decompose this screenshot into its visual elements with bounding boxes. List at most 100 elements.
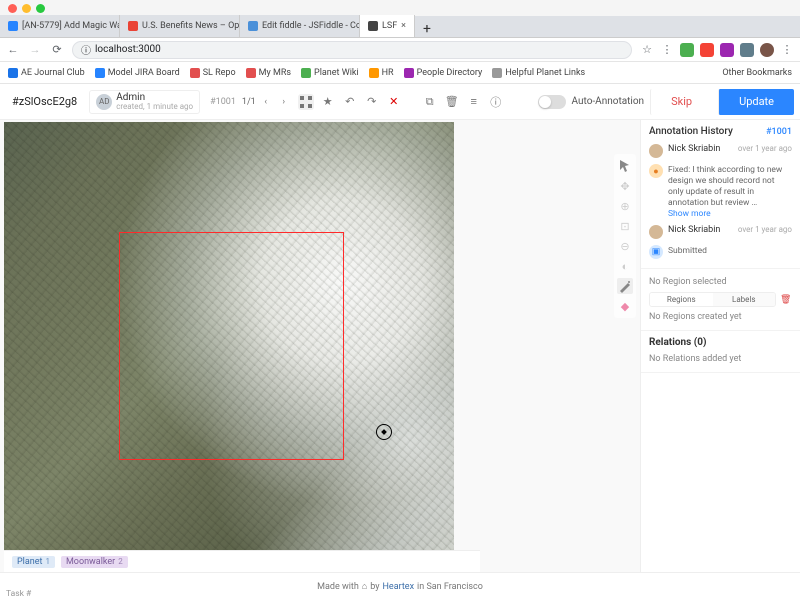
new-tab-button[interactable]: + [415, 21, 439, 37]
label-text: Moonwalker [66, 557, 115, 567]
profile-avatar-icon[interactable] [760, 43, 774, 57]
close-icon[interactable]: × [401, 21, 406, 31]
undo-icon[interactable]: ↶ [342, 94, 358, 110]
other-bookmarks[interactable]: Other Bookmarks [718, 68, 792, 78]
menu-icon[interactable]: ⋮ [780, 43, 794, 57]
made-with: Made with ⌂ by Heartex in San Francisco [317, 581, 483, 592]
annotation-id-link[interactable]: #1001 [766, 127, 792, 137]
zoom-fit-icon[interactable]: ⊡ [617, 218, 633, 234]
auto-annotation-toggle[interactable] [538, 95, 566, 109]
chevron-right-icon[interactable]: › [276, 94, 292, 110]
tab-label: U.S. Benefits News – Open En… [142, 21, 240, 31]
chevron-left-icon[interactable]: ‹ [258, 94, 274, 110]
favicon-icon [8, 21, 18, 31]
relations-section: Relations (0) No Relations added yet [641, 331, 800, 373]
extension-icon[interactable] [680, 43, 694, 57]
extension-icon[interactable] [720, 43, 734, 57]
back-icon[interactable]: ← [6, 43, 20, 57]
trash-icon[interactable]: 🗑 [444, 94, 460, 110]
bookmark-icon [404, 68, 414, 78]
label-moonwalker[interactable]: Moonwalker2 [61, 556, 128, 568]
extension-icon[interactable] [740, 43, 754, 57]
user-meta: Admin created, 1 minute ago [116, 93, 193, 111]
pan-tool-icon[interactable]: ✥ [617, 178, 633, 194]
magic-wand-icon[interactable] [617, 278, 633, 294]
bookmark-icon [246, 68, 256, 78]
cursor-icon [376, 424, 392, 440]
tab-label: LSF [382, 21, 397, 31]
zoom-out-icon[interactable]: ⊖ [617, 238, 633, 254]
browser-url-bar: ← → ⟳ ⓘ localhost:3000 ☆ ⋮ ⋮ [0, 38, 800, 62]
tab-labels[interactable]: Labels [713, 293, 776, 306]
history-section: Annotation History #1001 Nick Skriabinove… [641, 120, 800, 269]
tab-regions[interactable]: Regions [650, 293, 713, 306]
bounding-box-region[interactable] [119, 232, 344, 460]
bookmark-label: SL Repo [203, 68, 236, 78]
tab-gmail[interactable]: U.S. Benefits News – Open En…× [120, 15, 240, 37]
minimize-dot-icon[interactable] [22, 4, 31, 13]
forward-icon[interactable]: → [28, 43, 42, 57]
skip-button[interactable]: Skip [650, 89, 712, 115]
zoom-dot-icon[interactable] [36, 4, 45, 13]
bookmark-item[interactable]: People Directory [404, 68, 483, 78]
history-item[interactable]: Nick Skriabinover 1 year ago [649, 141, 792, 161]
bookmark-label: HR [382, 68, 394, 78]
bookmark-icon [95, 68, 105, 78]
star-icon[interactable]: ★ [320, 94, 336, 110]
show-more-link[interactable]: Show more [668, 209, 711, 219]
grid-view-icon[interactable] [298, 94, 314, 110]
address-field[interactable]: ⓘ localhost:3000 [72, 41, 632, 59]
satellite-image[interactable] [4, 122, 454, 572]
tab-lsf[interactable]: LSF × [360, 15, 415, 37]
label-text: Planet [17, 557, 42, 567]
brightness-icon[interactable]: ◐ [617, 258, 633, 274]
trash-icon[interactable]: 🗑 [780, 295, 792, 305]
tab-jira[interactable]: [AN-5779] Add Magic Wand f…× [0, 15, 120, 37]
bookmark-item[interactable]: SL Repo [190, 68, 236, 78]
redo-icon[interactable]: ↷ [364, 94, 380, 110]
star-icon[interactable]: ☆ [640, 43, 654, 57]
eraser-icon[interactable]: ◆ [617, 298, 633, 314]
extensions-icon[interactable]: ⋮ [660, 43, 674, 57]
tab-jsfiddle[interactable]: Edit fiddle - JSFiddle - Code P…× [240, 15, 360, 37]
bookmark-label: People Directory [417, 68, 483, 78]
label-planet[interactable]: Planet1 [12, 556, 55, 568]
bookmark-icon [190, 68, 200, 78]
regions-empty: No Regions created yet [649, 310, 792, 324]
section-title: Annotation History [649, 126, 733, 137]
favicon-icon [248, 21, 258, 31]
bookmark-item[interactable]: HR [369, 68, 394, 78]
bookmark-item[interactable]: Model JIRA Board [95, 68, 180, 78]
footer-text: in San Francisco [417, 582, 483, 592]
pointer-tool-icon[interactable] [617, 158, 633, 174]
favicon-icon [128, 21, 138, 31]
zoom-in-icon[interactable]: ⊕ [617, 198, 633, 214]
bookmark-item[interactable]: AE Journal Club [8, 68, 85, 78]
favicon-icon [368, 21, 378, 31]
copy-icon[interactable]: ⧉ [422, 94, 438, 110]
reject-icon[interactable]: ✕ [386, 94, 402, 110]
bookmark-icon [8, 68, 18, 78]
canvas-area[interactable]: ✥ ⊕ ⊡ ⊖ ◐ ◆ Planet1 Moonwalker2 [0, 120, 640, 572]
extension-icon[interactable] [700, 43, 714, 57]
history-item[interactable]: Nick Skriabinover 1 year ago [649, 222, 792, 242]
reload-icon[interactable]: ⟳ [50, 43, 64, 57]
close-dot-icon[interactable] [8, 4, 17, 13]
label-selector-row: Planet1 Moonwalker2 [4, 550, 480, 572]
url-text: localhost:3000 [95, 44, 161, 55]
bookmark-item[interactable]: Helpful Planet Links [492, 68, 585, 78]
bookmark-item[interactable]: My MRs [246, 68, 291, 78]
history-item[interactable]: ▣ Submitted [649, 242, 792, 262]
brand-link[interactable]: Heartex [383, 582, 415, 592]
info-icon[interactable]: ⓘ [488, 94, 504, 110]
bookmark-label: My MRs [259, 68, 291, 78]
site-info-icon[interactable]: ⓘ [81, 42, 91, 57]
annotation-author-chip[interactable]: AD Admin created, 1 minute ago [89, 90, 200, 114]
region-tabs: Regions Labels [649, 292, 776, 307]
relations-empty: No Relations added yet [649, 352, 792, 366]
image-tool-column: ✥ ⊕ ⊡ ⊖ ◐ ◆ [614, 154, 636, 318]
update-button[interactable]: Update [718, 89, 794, 115]
bookmark-item[interactable]: Planet Wiki [301, 68, 359, 78]
settings-icon[interactable]: ≡ [466, 94, 482, 110]
history-item[interactable]: ● Fixed: I think according to new design… [649, 161, 792, 222]
